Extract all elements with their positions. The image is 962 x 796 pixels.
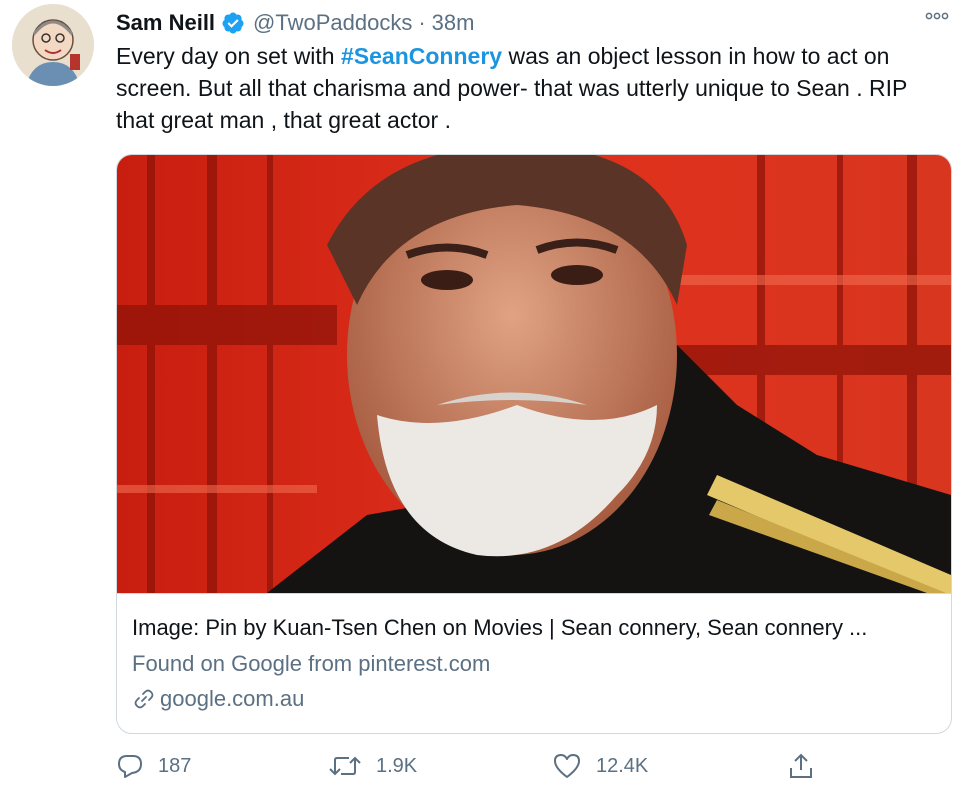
tweet-text-start: Every day on set with (116, 43, 341, 69)
card-image[interactable] (117, 155, 951, 594)
like-count: 12.4K (596, 754, 649, 777)
card-description: Found on Google from pinterest.com (132, 651, 491, 676)
retweet-button[interactable]: 1.9K (328, 752, 417, 780)
like-icon (554, 754, 580, 778)
share-icon (790, 753, 812, 778)
reply-button[interactable]: 187 (116, 752, 191, 780)
card-title[interactable]: Image: Pin by Kuan-Tsen Chen on Movies |… (132, 615, 942, 641)
card-domain[interactable]: google.com.au (132, 686, 304, 712)
tweet-actions: 187 1.9K 12.4K (116, 752, 836, 786)
tweet-text: Every day on set with #SeanConnery was a… (116, 40, 946, 136)
share-button[interactable] (788, 752, 828, 780)
link-card[interactable]: Image: Pin by Kuan-Tsen Chen on Movies |… (116, 154, 952, 734)
more-options-icon[interactable] (922, 6, 952, 26)
author-handle[interactable]: @TwoPaddocks (253, 10, 412, 36)
tweet-timestamp[interactable]: 38m (432, 10, 475, 36)
reply-count: 187 (158, 754, 192, 777)
avatar[interactable] (12, 4, 94, 86)
author-name[interactable]: Sam Neill (116, 10, 215, 36)
tweet-header: Sam Neill @TwoPaddocks · 38m (116, 6, 942, 40)
verified-badge-icon (222, 12, 244, 34)
hashtag-link[interactable]: #SeanConnery (341, 43, 502, 69)
like-button[interactable]: 12.4K (552, 752, 648, 780)
retweet-count: 1.9K (376, 754, 418, 777)
link-icon (134, 689, 154, 709)
retweet-icon (329, 756, 361, 776)
reply-icon (118, 755, 142, 778)
separator: · (418, 10, 426, 35)
card-domain-text: google.com.au (160, 686, 305, 711)
